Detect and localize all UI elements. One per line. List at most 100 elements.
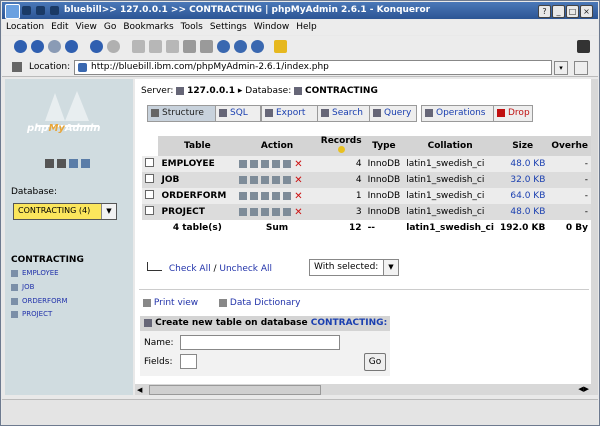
database-select[interactable]: CONTRACTING (4) ▼ <box>13 203 117 220</box>
print-icon[interactable] <box>183 40 196 53</box>
phpmyadmin-logo[interactable]: phpMyAdmin <box>27 123 100 134</box>
table-name-link[interactable]: JOB <box>158 172 237 188</box>
empty-icon[interactable] <box>283 208 292 216</box>
check-all-link[interactable]: Check All <box>169 264 211 274</box>
menu-help[interactable]: Help <box>292 20 320 32</box>
row-size[interactable]: 48.0 KB <box>496 156 549 172</box>
url-history-dropdown[interactable]: ▾ <box>554 61 568 75</box>
stop-icon[interactable] <box>107 40 120 53</box>
tab-query[interactable]: Query <box>369 105 417 122</box>
select-icon[interactable] <box>250 160 259 168</box>
table-name-link[interactable]: ORDERFORM <box>158 188 237 204</box>
menu-bookmarks[interactable]: Bookmarks <box>119 20 176 32</box>
forward-icon[interactable] <box>48 40 61 53</box>
clear-location-icon[interactable] <box>12 62 22 72</box>
fields-count-input[interactable] <box>180 354 197 369</box>
table-name-link[interactable]: EMPLOYEE <box>158 156 237 172</box>
up-icon[interactable] <box>14 40 27 53</box>
sidebar-item-job[interactable]: JOB <box>11 283 34 291</box>
sidebar-item-project[interactable]: PROJECT <box>11 310 52 318</box>
row-checkbox[interactable] <box>142 204 159 220</box>
sidebar-item-employee[interactable]: EMPLOYEE <box>11 269 59 277</box>
insert-icon[interactable] <box>261 160 270 168</box>
empty-icon[interactable] <box>283 192 292 200</box>
menu-go[interactable]: Go <box>100 20 119 32</box>
drop-icon[interactable]: ✕ <box>294 175 302 186</box>
browse-icon[interactable] <box>239 192 248 200</box>
row-size[interactable]: 32.0 KB <box>496 172 549 188</box>
help-button[interactable]: ? <box>538 5 551 18</box>
empty-icon[interactable] <box>283 176 292 184</box>
table-name-input[interactable] <box>180 335 340 350</box>
browse-icon[interactable] <box>239 160 248 168</box>
cut-icon[interactable] <box>132 40 145 53</box>
menu-tools[interactable]: Tools <box>177 20 206 32</box>
properties-icon[interactable] <box>272 160 281 168</box>
zoom-out-icon[interactable] <box>234 40 247 53</box>
security-lock-icon[interactable] <box>274 40 287 53</box>
tab-drop[interactable]: Drop <box>493 105 533 122</box>
go-button[interactable]: Go <box>364 353 386 371</box>
print-preview-icon[interactable] <box>200 40 213 53</box>
select-icon[interactable] <box>250 176 259 184</box>
tab-sql[interactable]: SQL <box>215 105 261 122</box>
home-icon[interactable] <box>45 159 54 168</box>
table-name-link[interactable]: PROJECT <box>158 204 237 220</box>
find-icon[interactable] <box>251 40 264 53</box>
sticky-icon[interactable] <box>22 6 31 15</box>
mysql-docs-icon[interactable] <box>81 159 90 168</box>
tab-export[interactable]: Export <box>261 105 319 122</box>
select-icon[interactable] <box>250 192 259 200</box>
select-icon[interactable] <box>250 208 259 216</box>
docs-icon[interactable] <box>69 159 78 168</box>
query-window-icon[interactable] <box>57 159 66 168</box>
kde-gear-icon[interactable] <box>577 40 590 53</box>
horizontal-scrollbar[interactable]: ◀ ◀▶ <box>135 384 591 395</box>
tab-structure[interactable]: Structure <box>147 105 217 122</box>
row-checkbox[interactable] <box>142 188 159 204</box>
maximize-button[interactable]: □ <box>566 5 579 18</box>
scroll-right-icon[interactable]: ◀▶ <box>578 385 589 393</box>
hint-bulb-icon[interactable] <box>337 146 345 153</box>
back-icon[interactable] <box>31 40 44 53</box>
home-icon[interactable] <box>65 40 78 53</box>
menu-window[interactable]: Window <box>250 20 293 32</box>
row-checkbox[interactable] <box>142 172 159 188</box>
close-button[interactable]: × <box>580 5 593 18</box>
insert-icon[interactable] <box>261 192 270 200</box>
row-size[interactable]: 48.0 KB <box>496 204 549 220</box>
reload-icon[interactable] <box>90 40 103 53</box>
properties-icon[interactable] <box>272 192 281 200</box>
minimize-button[interactable]: _ <box>552 5 565 18</box>
drop-icon[interactable]: ✕ <box>294 207 302 218</box>
with-selected-select[interactable]: With selected: ▼ <box>309 259 399 276</box>
scrollbar-thumb[interactable] <box>149 385 321 395</box>
copy-icon[interactable] <box>149 40 162 53</box>
drop-icon[interactable]: ✕ <box>294 159 302 170</box>
server-link[interactable]: 127.0.0.1 <box>187 86 235 96</box>
properties-icon[interactable] <box>272 176 281 184</box>
properties-icon[interactable] <box>272 208 281 216</box>
insert-icon[interactable] <box>261 208 270 216</box>
menu-edit[interactable]: Edit <box>47 20 71 32</box>
print-view-link[interactable]: Print view <box>154 298 198 308</box>
insert-icon[interactable] <box>261 176 270 184</box>
keep-above-icon[interactable] <box>36 6 45 15</box>
scroll-left-icon[interactable]: ◀ <box>137 386 142 394</box>
empty-icon[interactable] <box>283 160 292 168</box>
vertical-scrollbar[interactable] <box>591 79 598 395</box>
konqueror-app-icon[interactable] <box>5 4 20 19</box>
database-link[interactable]: CONTRACTING <box>305 86 378 96</box>
shade-icon[interactable] <box>50 6 59 15</box>
go-icon[interactable] <box>574 61 588 75</box>
tab-search[interactable]: Search <box>317 105 377 122</box>
uncheck-all-link[interactable]: Uncheck All <box>219 264 272 274</box>
paste-icon[interactable] <box>166 40 179 53</box>
data-dictionary-link[interactable]: Data Dictionary <box>230 298 301 308</box>
menu-view[interactable]: View <box>72 20 100 32</box>
menu-settings[interactable]: Settings <box>206 20 250 32</box>
sidebar-item-orderform[interactable]: ORDERFORM <box>11 297 68 305</box>
zoom-in-icon[interactable] <box>217 40 230 53</box>
row-checkbox[interactable] <box>142 156 159 172</box>
drop-icon[interactable]: ✕ <box>294 191 302 202</box>
